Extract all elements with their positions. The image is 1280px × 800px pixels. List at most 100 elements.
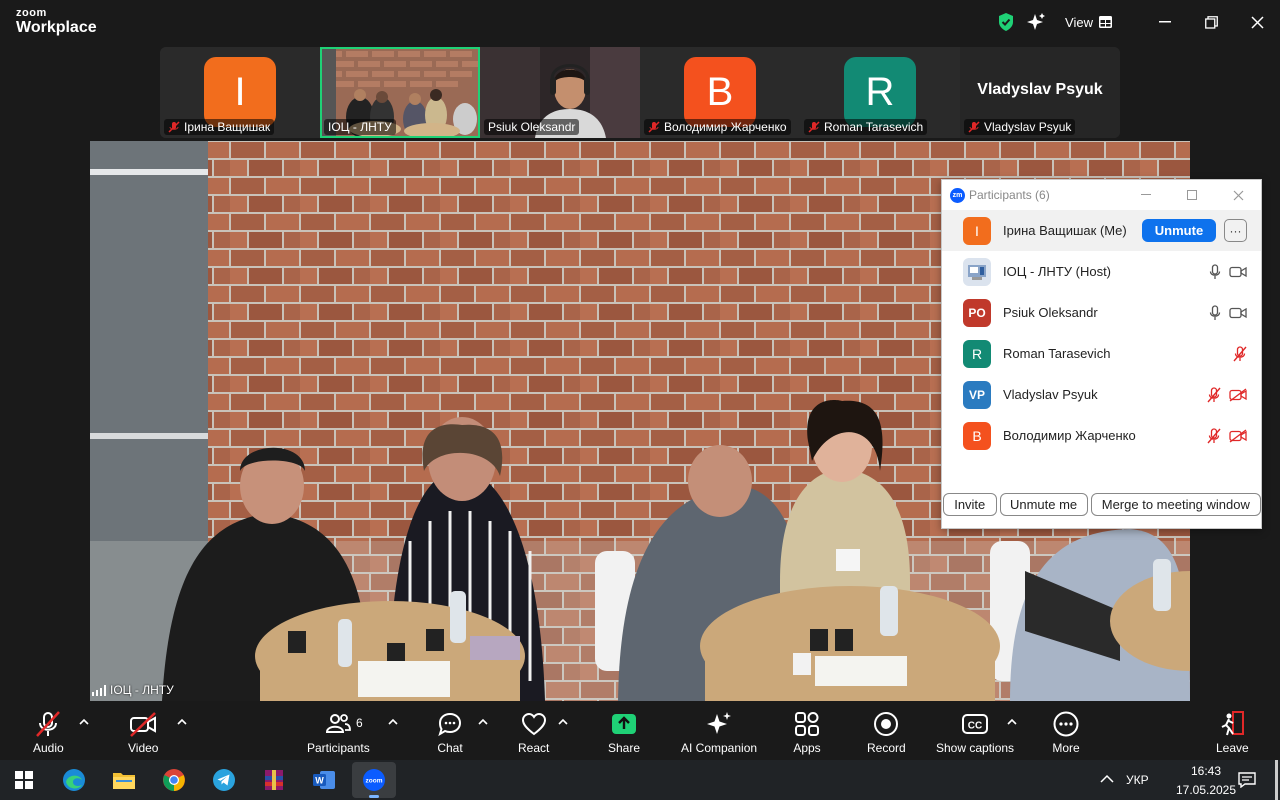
participant-row[interactable]: R Roman Tarasevich xyxy=(942,333,1261,374)
telegram-icon[interactable] xyxy=(202,762,246,798)
audio-button[interactable]: Audio xyxy=(33,709,64,755)
view-label: View xyxy=(1065,14,1093,30)
start-icon[interactable] xyxy=(2,762,46,798)
encryption-shield-icon[interactable] xyxy=(995,11,1017,33)
leave-label: Leave xyxy=(1216,741,1249,755)
winrar-icon[interactable] xyxy=(252,762,296,798)
thumbnail-tile[interactable]: Psiuk Oleksandr xyxy=(480,47,640,138)
show-desktop-strip[interactable] xyxy=(1275,760,1278,800)
participants-label: Participants xyxy=(307,741,370,755)
thumbnail-name-label: Roman Tarasevich xyxy=(804,119,928,135)
panel-maximize-icon[interactable] xyxy=(1169,180,1215,210)
participant-row[interactable]: PO Psiuk Oleksandr xyxy=(942,292,1261,333)
participant-avatar xyxy=(963,257,991,286)
clock-time[interactable]: 16:43 xyxy=(1176,764,1236,778)
video-off-icon xyxy=(1229,387,1247,402)
more-button[interactable]: More xyxy=(1052,709,1080,755)
unmute-button[interactable]: Unmute xyxy=(1142,219,1216,242)
mic-muted-icon xyxy=(1233,345,1247,361)
active-speaker-name: ІОЦ - ЛНТУ xyxy=(110,683,174,697)
restore-icon[interactable] xyxy=(1188,10,1234,34)
audio-options-chevron-icon[interactable] xyxy=(79,717,89,727)
close-window-icon[interactable] xyxy=(1234,10,1280,34)
meeting-toolbar: Audio Video Participants 6 Chat React Sh… xyxy=(0,703,1280,760)
apps-label: Apps xyxy=(793,741,821,755)
video-options-chevron-icon[interactable] xyxy=(177,717,187,727)
participant-avatar: PO xyxy=(963,298,991,327)
more-ellipsis-icon xyxy=(1052,709,1080,739)
mic-muted-icon xyxy=(1207,427,1221,443)
chat-options-chevron-icon[interactable] xyxy=(478,717,488,727)
participant-row[interactable]: VP Vladyslav Psyuk xyxy=(942,374,1261,415)
panel-close-icon[interactable] xyxy=(1215,180,1261,210)
thumbnail-tile[interactable]: I Ірина Ващишак xyxy=(160,47,320,138)
participant-name: Ірина Ващишак (Me) xyxy=(1003,223,1127,238)
react-label: React xyxy=(518,741,550,755)
avatar: I xyxy=(204,57,276,127)
participant-name: Roman Tarasevich xyxy=(1003,346,1111,361)
merge-to-meeting-window-button[interactable]: Merge to meeting window xyxy=(1090,493,1261,516)
keyboard-language[interactable]: УКР xyxy=(1126,773,1149,787)
video-off-icon xyxy=(1229,428,1247,443)
file-explorer-icon[interactable] xyxy=(102,762,146,798)
thumbnail-name-label: Psiuk Oleksandr xyxy=(484,119,580,135)
logo-line-2: Workplace xyxy=(16,19,97,36)
minimize-icon[interactable] xyxy=(1142,10,1188,34)
panel-minimize-icon[interactable] xyxy=(1123,180,1169,210)
mic-muted-icon xyxy=(34,709,62,739)
notifications-icon[interactable] xyxy=(1238,772,1256,788)
mic-muted-icon xyxy=(808,121,820,133)
participant-avatar: I xyxy=(963,216,991,245)
participants-options-chevron-icon[interactable] xyxy=(388,717,398,727)
apps-button[interactable]: Apps xyxy=(793,709,821,755)
thumbnail-tile[interactable]: R Roman Tarasevich xyxy=(800,47,960,138)
thumbnail-big-name: Vladyslav Psyuk xyxy=(977,81,1103,98)
ai-companion-button[interactable]: AI Companion xyxy=(681,709,757,755)
participants-count: 6 xyxy=(356,716,363,730)
participant-row-host[interactable]: ІОЦ - ЛНТУ (Host) xyxy=(942,251,1261,292)
video-off-icon xyxy=(128,709,158,739)
chat-button[interactable]: Chat xyxy=(436,709,464,755)
video-button[interactable]: Video xyxy=(128,709,158,755)
participant-more-button[interactable]: ··· xyxy=(1224,219,1247,242)
svg-text:CC: CC xyxy=(968,721,982,732)
thumbnail-name: Roman Tarasevich xyxy=(824,120,924,134)
show-captions-button[interactable]: CC Show captions xyxy=(936,709,1014,755)
more-label: More xyxy=(1052,741,1080,755)
heart-icon xyxy=(520,709,548,739)
zoom-icon[interactable]: zoom xyxy=(352,762,396,798)
ai-sparkle-icon[interactable] xyxy=(1025,11,1047,33)
thumbnail-tile[interactable]: B Володимир Жарченко xyxy=(640,47,800,138)
mic-muted-icon xyxy=(968,121,980,133)
participant-row-me[interactable]: I Ірина Ващишак (Me) Unmute ··· xyxy=(942,210,1261,251)
thumbnail-name: ІОЦ - ЛНТУ xyxy=(328,120,392,134)
react-options-chevron-icon[interactable] xyxy=(558,717,568,727)
word-icon[interactable]: W xyxy=(302,762,346,798)
thumbnail-name: Ірина Ващишак xyxy=(184,120,271,134)
participants-icon xyxy=(324,709,352,739)
view-button[interactable]: View xyxy=(1065,15,1112,30)
participant-avatar: VP xyxy=(963,380,991,409)
participant-row[interactable]: B Володимир Жарченко xyxy=(942,415,1261,456)
react-button[interactable]: React xyxy=(518,709,549,755)
thumbnail-name: Psiuk Oleksandr xyxy=(488,120,576,134)
zoom-workplace-logo: zoom Workplace xyxy=(16,8,97,36)
thumbnail-tile[interactable]: Vladyslav Psyuk Vladyslav Psyuk xyxy=(960,47,1120,138)
thumbnail-name: Володимир Жарченко xyxy=(664,120,787,134)
video-on-icon xyxy=(1229,307,1247,318)
thumbnail-name-label: Ірина Ващишак xyxy=(164,119,275,135)
record-button[interactable]: Record xyxy=(867,709,906,755)
chrome-icon[interactable] xyxy=(152,762,196,798)
participants-panel: zm Participants (6) I Ірина Ващишак (Me)… xyxy=(941,179,1262,529)
unmute-me-button[interactable]: Unmute me xyxy=(999,493,1088,516)
svg-text:W: W xyxy=(315,776,324,786)
invite-button[interactable]: Invite xyxy=(943,493,997,516)
leave-button[interactable]: Leave xyxy=(1216,709,1249,755)
leave-door-icon xyxy=(1218,709,1246,739)
share-button[interactable]: Share xyxy=(608,709,640,755)
chevron-up-icon[interactable] xyxy=(1100,774,1114,784)
thumbnail-tile-active[interactable]: ІОЦ - ЛНТУ xyxy=(320,47,480,138)
captions-options-chevron-icon[interactable] xyxy=(1007,717,1017,727)
edge-icon[interactable] xyxy=(52,762,96,798)
mic-on-icon xyxy=(1209,263,1221,279)
